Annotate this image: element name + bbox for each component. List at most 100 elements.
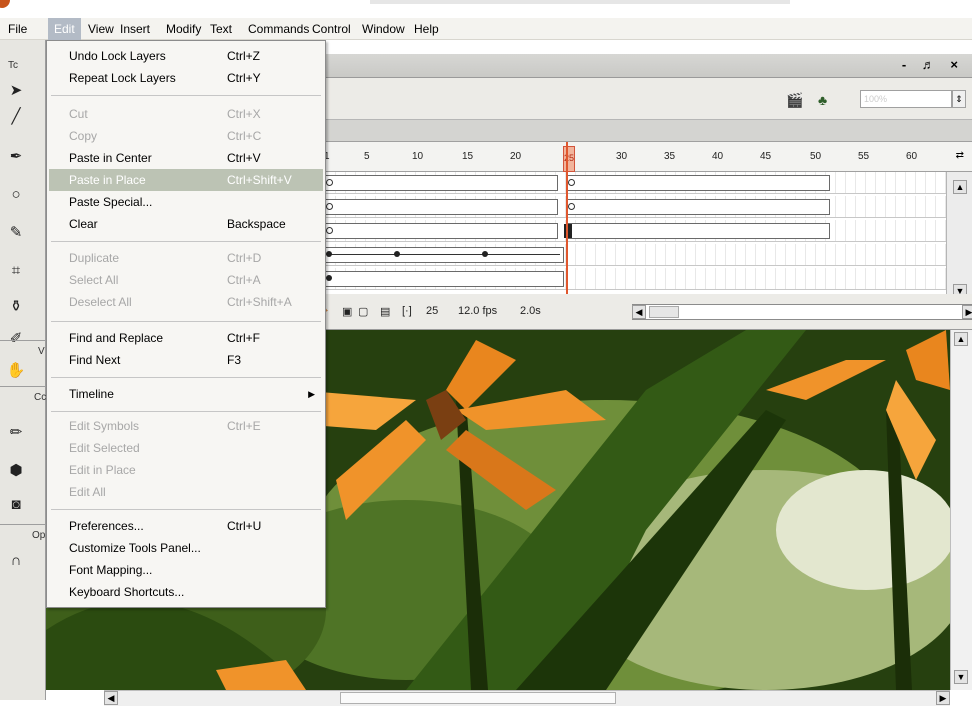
- timeline-vertical-scrollbar[interactable]: ▲ ▼: [946, 172, 972, 306]
- pen-tool-icon[interactable]: ✒: [6, 146, 26, 166]
- timeline-horizontal-scrollbar[interactable]: ◀ ▶: [632, 304, 972, 320]
- menu-deselect-all: Deselect All Ctrl+Shift+A: [69, 295, 292, 309]
- oval-tool-icon[interactable]: ○: [6, 184, 26, 204]
- view-divider: [0, 386, 46, 387]
- edit-symbol-icon[interactable]: ♣: [818, 92, 827, 108]
- menu-timeline[interactable]: Timeline ▶: [49, 383, 323, 405]
- scroll-thumb[interactable]: [649, 306, 679, 318]
- edit-scene-icon[interactable]: 🎬: [786, 92, 803, 109]
- keyframe[interactable]: [326, 251, 332, 257]
- motion-tween: [324, 247, 564, 263]
- keyframe[interactable]: [394, 251, 400, 257]
- menu-help[interactable]: Help: [408, 18, 445, 40]
- scroll-left-icon[interactable]: ◀: [104, 691, 118, 705]
- menu-edit-selected: Edit Selected: [69, 441, 140, 455]
- colors-divider: [0, 524, 46, 525]
- timeline-options-icon[interactable]: ⇄: [956, 150, 964, 161]
- keyframe[interactable]: [568, 203, 575, 210]
- menu-cut: Cut Ctrl+X: [69, 107, 261, 121]
- frame-span: [324, 271, 564, 287]
- ruler-tick: 20: [510, 151, 522, 162]
- keyframe[interactable]: [326, 179, 333, 186]
- keyframe[interactable]: [568, 179, 575, 186]
- ruler-tick: 15: [462, 151, 474, 162]
- stage-horizontal-scrollbar[interactable]: ◀ ▶: [104, 690, 950, 706]
- snap-magnet-icon[interactable]: ∩: [6, 550, 26, 570]
- playhead-line: [566, 142, 568, 306]
- scroll-thumb[interactable]: [340, 692, 616, 704]
- scroll-right-icon[interactable]: ▶: [936, 691, 950, 705]
- fill-color-icon[interactable]: ⬢: [6, 460, 26, 480]
- menu-window[interactable]: Window: [356, 18, 411, 40]
- onion-skin-icon[interactable]: ▣: [342, 305, 352, 318]
- edit-multiple-frames-icon[interactable]: ▤: [380, 305, 390, 318]
- menu-keyboard-shortcuts[interactable]: Keyboard Shortcuts...: [49, 581, 323, 603]
- menu-paste-special[interactable]: Paste Special...: [49, 191, 323, 213]
- line-tool-icon[interactable]: ╱: [6, 106, 26, 126]
- current-frame-readout: 25: [426, 305, 439, 317]
- ruler-tick: 30: [616, 151, 628, 162]
- keyframe[interactable]: [326, 227, 333, 234]
- frame-span: [324, 175, 558, 191]
- menu-undo[interactable]: Undo Lock Layers Ctrl+Z: [49, 45, 323, 67]
- zoom-dropdown-icon[interactable]: ⇕: [952, 90, 966, 108]
- menu-paste-in-place[interactable]: Paste in Place Ctrl+Shift+V: [49, 169, 323, 191]
- menu-customize-tools[interactable]: Customize Tools Panel...: [49, 537, 323, 559]
- menu-bar: File Edit View Insert Modify Text Comman…: [0, 18, 972, 40]
- keyframe[interactable]: [326, 203, 333, 210]
- app-title-bar: [0, 0, 972, 18]
- menu-find-replace[interactable]: Find and Replace Ctrl+F: [49, 327, 323, 349]
- onion-outline-icon[interactable]: ▢: [358, 305, 368, 318]
- menu-file[interactable]: File: [2, 18, 33, 40]
- menu-preferences[interactable]: Preferences... Ctrl+U: [49, 515, 323, 537]
- menu-paste-center[interactable]: Paste in Center Ctrl+V: [49, 147, 323, 169]
- menu-modify[interactable]: Modify: [160, 18, 207, 40]
- colors-section-label: Cc: [34, 392, 47, 403]
- menu-repeat[interactable]: Repeat Lock Layers Ctrl+Y: [49, 67, 323, 89]
- pencil-tool-icon[interactable]: ✎: [6, 222, 26, 242]
- menu-insert[interactable]: Insert: [114, 18, 156, 40]
- zoom-input[interactable]: 100%: [860, 90, 952, 108]
- ink-bottle-tool-icon[interactable]: ⚱: [6, 296, 26, 316]
- menu-separator: [51, 509, 321, 510]
- scroll-up-icon[interactable]: ▲: [953, 180, 967, 194]
- menu-separator: [51, 241, 321, 242]
- menu-duplicate: Duplicate Ctrl+D: [69, 251, 262, 265]
- menu-clear[interactable]: Clear Backspace: [49, 213, 323, 235]
- stroke-color-icon[interactable]: ✏: [6, 422, 26, 442]
- menu-control[interactable]: Control: [306, 18, 357, 40]
- menu-font-mapping[interactable]: Font Mapping...: [49, 559, 323, 581]
- frame-span: [324, 199, 558, 215]
- frame-span: [566, 175, 830, 191]
- scroll-down-icon[interactable]: ▼: [954, 670, 968, 684]
- keyframe[interactable]: [482, 251, 488, 257]
- playhead-marker[interactable]: 25: [563, 146, 575, 172]
- window-title-faded: [370, 0, 790, 4]
- free-transform-tool-icon[interactable]: ⌗: [6, 260, 26, 280]
- selection-tool-icon[interactable]: ➤: [6, 80, 26, 100]
- app-logo-icon: [0, 0, 10, 8]
- menu-edit[interactable]: Edit: [48, 18, 81, 40]
- frame-rate-readout[interactable]: 12.0 fps: [458, 305, 497, 317]
- scroll-right-icon[interactable]: ▶: [962, 305, 972, 319]
- swap-colors-icon[interactable]: ◙: [6, 494, 26, 514]
- frame-span: [566, 199, 830, 215]
- menu-separator: [51, 411, 321, 412]
- ruler-tick: 60: [906, 151, 918, 162]
- ruler-tick: 55: [858, 151, 870, 162]
- scroll-left-icon[interactable]: ◀: [632, 305, 646, 319]
- scroll-up-icon[interactable]: ▲: [954, 332, 968, 346]
- menu-text[interactable]: Text: [204, 18, 238, 40]
- menu-commands[interactable]: Commands: [242, 18, 315, 40]
- view-section-label: V: [38, 346, 45, 357]
- menu-copy: Copy Ctrl+C: [69, 129, 262, 143]
- hand-tool-icon[interactable]: ✋: [6, 360, 26, 380]
- eyedropper-tool-icon[interactable]: ✐: [6, 328, 26, 348]
- keyframe[interactable]: [326, 275, 332, 281]
- submenu-arrow-icon: ▶: [308, 389, 315, 399]
- stage-vertical-scrollbar[interactable]: ▲ ▼: [950, 330, 972, 690]
- ruler-tick: 5: [364, 151, 370, 162]
- window-controls[interactable]: - ♬ ×: [902, 57, 964, 72]
- onion-markers-icon[interactable]: [·]: [402, 305, 412, 317]
- menu-find-next[interactable]: Find Next F3: [49, 349, 323, 371]
